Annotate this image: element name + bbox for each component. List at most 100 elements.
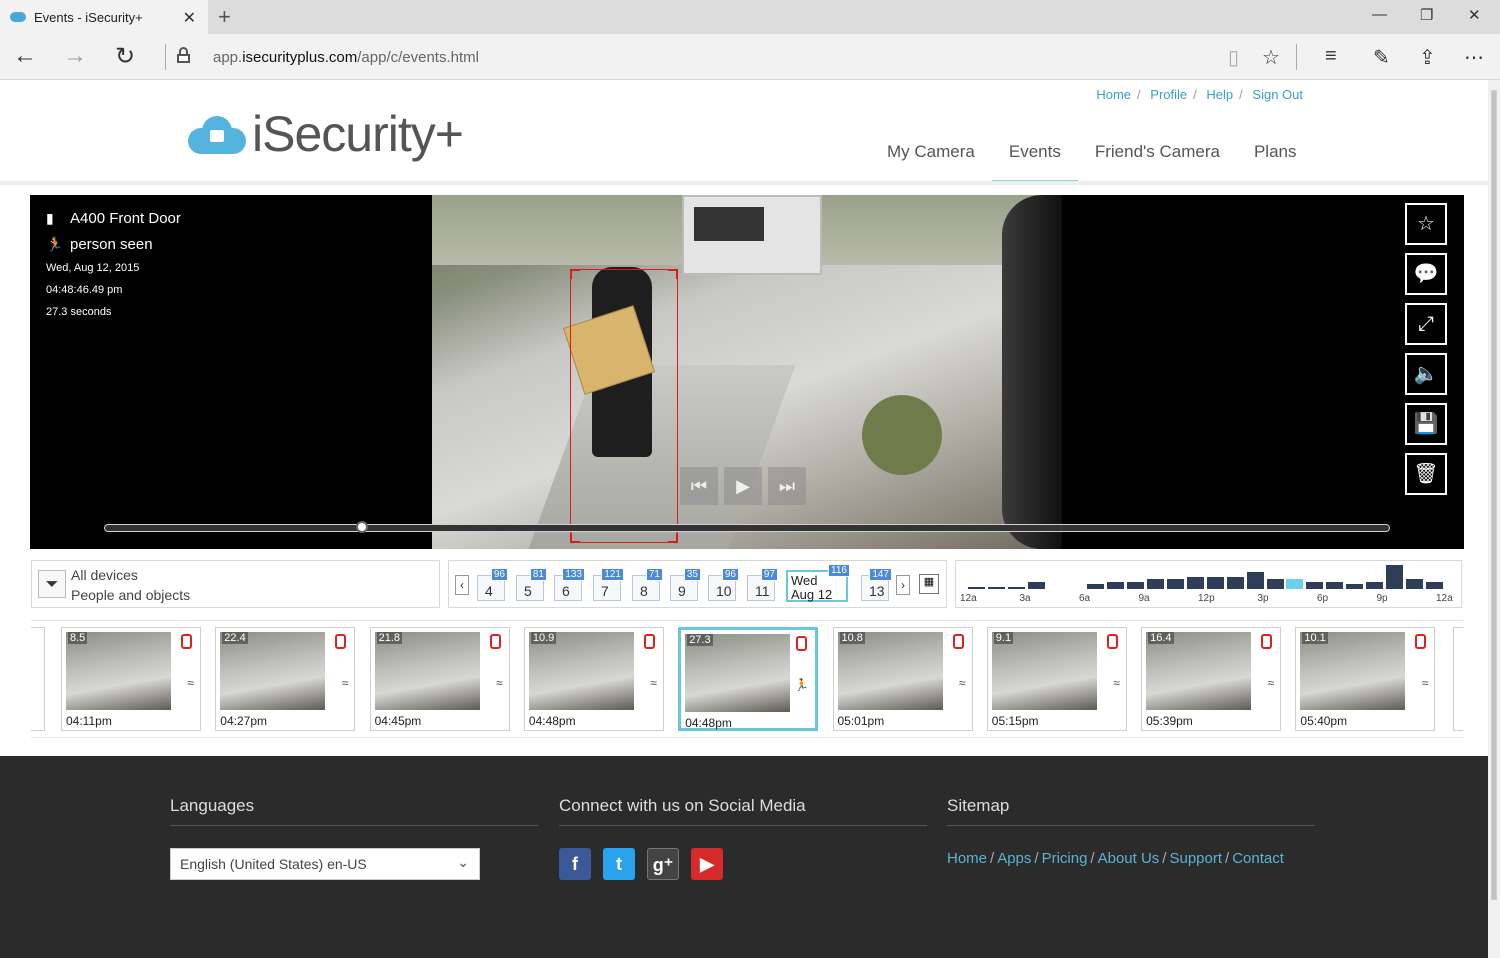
toplink-sign-out[interactable]: Sign Out xyxy=(1252,87,1303,102)
histogram-bar[interactable] xyxy=(1346,584,1364,589)
more-icon[interactable]: ⋯ xyxy=(1464,45,1484,70)
web-note-icon[interactable]: ✎ xyxy=(1373,45,1390,70)
favorite-star-icon[interactable]: ☆ xyxy=(1405,203,1447,245)
url-field[interactable]: app.isecurityplus.com/app/c/events.html xyxy=(213,49,479,66)
google-plus-icon[interactable]: g⁺ xyxy=(647,848,679,880)
chevron-left-icon[interactable]: ‹ xyxy=(455,575,469,595)
facebook-icon[interactable]: f xyxy=(559,848,591,880)
share-icon[interactable]: ⇪ xyxy=(1419,45,1436,70)
day-7[interactable]: 11 97 xyxy=(747,568,778,601)
twitter-icon[interactable]: t xyxy=(603,848,635,880)
sitemap-link-about-us[interactable]: About Us xyxy=(1098,850,1160,867)
window-close-icon[interactable]: ✕ xyxy=(1468,6,1481,24)
back-icon[interactable]: ← xyxy=(10,42,40,70)
play-icon[interactable]: ▶ xyxy=(724,467,762,505)
sitemap-link-pricing[interactable]: Pricing xyxy=(1042,850,1088,867)
day-3[interactable]: 7 121 xyxy=(593,568,624,601)
histogram-bar[interactable] xyxy=(987,586,1005,589)
sitemap-link-support[interactable]: Support xyxy=(1169,850,1222,867)
histogram-bar[interactable] xyxy=(1027,581,1045,589)
histogram-bar[interactable] xyxy=(1286,579,1304,589)
histogram-bar[interactable] xyxy=(1366,581,1383,589)
event-thumbnail[interactable]: 9.1 ≈05:15pm xyxy=(986,627,1127,731)
histogram-bar[interactable] xyxy=(968,586,985,589)
chevron-right-icon[interactable]: › xyxy=(896,575,910,595)
toplink-help[interactable]: Help xyxy=(1206,87,1233,102)
event-thumbnail[interactable]: 10.9 ≈04:48pm xyxy=(523,627,664,731)
histogram-bar[interactable] xyxy=(1007,586,1025,589)
day-4[interactable]: 8 71 xyxy=(632,568,663,601)
toplink-home[interactable]: Home xyxy=(1096,87,1131,102)
day-5[interactable]: 9 35 xyxy=(670,568,701,601)
close-tab-icon[interactable]: ✕ xyxy=(183,8,196,28)
event-histogram[interactable]: 12a 3a 6a 9a 12p 3p 6p 9p 12a xyxy=(955,560,1462,608)
thumbnail-partial-left[interactable] xyxy=(31,627,45,731)
calendar-icon[interactable]: ▦ xyxy=(919,574,939,594)
save-icon[interactable]: 💾 xyxy=(1405,403,1447,445)
logo[interactable]: iSecurity+ xyxy=(188,106,464,162)
event-thumbnail[interactable]: 10.1 ≈05:40pm xyxy=(1295,627,1436,731)
thumbnail-duration: 16.4 xyxy=(1148,632,1174,644)
funnel-icon[interactable]: ⏷ xyxy=(38,570,66,598)
fullscreen-icon[interactable]: ⤢ xyxy=(1405,303,1447,345)
day-8[interactable]: Wed Aug 12 116 xyxy=(786,564,850,602)
hub-icon[interactable]: ≡ xyxy=(1325,45,1337,68)
thumbnail-partial-right[interactable] xyxy=(1453,627,1463,731)
language-select[interactable]: English (United States) en-US ⌄ xyxy=(170,848,480,880)
new-tab-icon[interactable]: + xyxy=(218,4,231,30)
youtube-icon[interactable]: ▶ xyxy=(691,848,723,880)
restore-icon[interactable]: ❐ xyxy=(1420,6,1433,24)
histogram-bar[interactable] xyxy=(1226,577,1244,589)
event-thumbnail[interactable]: 22.4 ≈04:27pm xyxy=(215,627,356,731)
histogram-bar[interactable] xyxy=(1405,579,1423,589)
histogram-bar[interactable] xyxy=(1385,565,1403,589)
day-1[interactable]: 5 81 xyxy=(516,568,547,601)
histogram-bar[interactable] xyxy=(1425,581,1443,589)
nav-my-camera[interactable]: My Camera xyxy=(870,140,992,184)
speaker-icon[interactable]: 🔈 xyxy=(1405,353,1447,395)
histogram-bar[interactable] xyxy=(1266,579,1284,589)
forward-icon[interactable]: → xyxy=(60,42,90,70)
histogram-bar[interactable] xyxy=(1087,584,1105,589)
histogram-bar[interactable] xyxy=(1147,579,1165,589)
sitemap-link-home[interactable]: Home xyxy=(947,850,987,867)
nav-friends-camera[interactable]: Friend's Camera xyxy=(1078,140,1237,184)
page-scrollbar[interactable] xyxy=(1488,80,1500,958)
device-filter[interactable]: ⏷ All devices People and objects xyxy=(31,560,440,608)
video-player[interactable]: ⏮ ▶ ⏭ ▮ A400 Front Door 🏃 person seen Wed,… xyxy=(30,195,1464,549)
scrollbar-thumb[interactable] xyxy=(1491,90,1497,900)
favorite-star-icon[interactable]: ☆ xyxy=(1262,45,1280,70)
histogram-bar[interactable] xyxy=(1186,577,1204,589)
event-thumbnail[interactable]: 16.4 ≈05:39pm xyxy=(1141,627,1282,731)
event-thumbnail[interactable]: 27.3 🏃 04:48pm xyxy=(678,627,819,731)
nav-plans[interactable]: Plans xyxy=(1237,140,1314,184)
minimize-icon[interactable]: — xyxy=(1372,6,1387,23)
trash-icon[interactable]: 🗑 xyxy=(1405,453,1447,495)
video-scrubber[interactable] xyxy=(104,521,1390,533)
day-2[interactable]: 6 133 xyxy=(554,568,585,601)
histogram-bar[interactable] xyxy=(1326,581,1344,589)
nav-events[interactable]: Events xyxy=(991,140,1078,184)
event-thumbnail[interactable]: 21.8 ≈04:45pm xyxy=(369,627,510,731)
sitemap-link-contact[interactable]: Contact xyxy=(1232,850,1284,867)
event-thumbnail[interactable]: 8.5 ≈04:11pm xyxy=(61,627,201,731)
histogram-bar[interactable] xyxy=(1107,581,1125,589)
histogram-bar[interactable] xyxy=(1206,577,1224,589)
toplink-profile[interactable]: Profile xyxy=(1150,87,1187,102)
day-0[interactable]: 4 96 xyxy=(477,568,508,601)
event-thumbnail[interactable]: 10.8 ≈05:01pm xyxy=(832,627,973,731)
comment-icon[interactable]: 💬 xyxy=(1405,253,1447,295)
day-9[interactable]: 13 147 xyxy=(861,568,892,601)
browser-tab[interactable]: Events - iSecurity+ ✕ xyxy=(0,0,208,34)
skip-forward-icon[interactable]: ⏭ xyxy=(768,467,806,505)
histogram-bar[interactable] xyxy=(1246,572,1264,589)
scrubber-handle[interactable] xyxy=(356,521,369,533)
refresh-icon[interactable]: ↻ xyxy=(110,42,140,71)
reading-view-icon[interactable]: ▯ xyxy=(1228,45,1239,70)
skip-back-icon[interactable]: ⏮ xyxy=(680,467,718,505)
histogram-bar[interactable] xyxy=(1306,581,1324,589)
histogram-bar[interactable] xyxy=(1127,581,1145,589)
day-6[interactable]: 10 96 xyxy=(708,568,739,601)
sitemap-link-apps[interactable]: Apps xyxy=(997,850,1031,867)
histogram-bar[interactable] xyxy=(1167,579,1184,589)
